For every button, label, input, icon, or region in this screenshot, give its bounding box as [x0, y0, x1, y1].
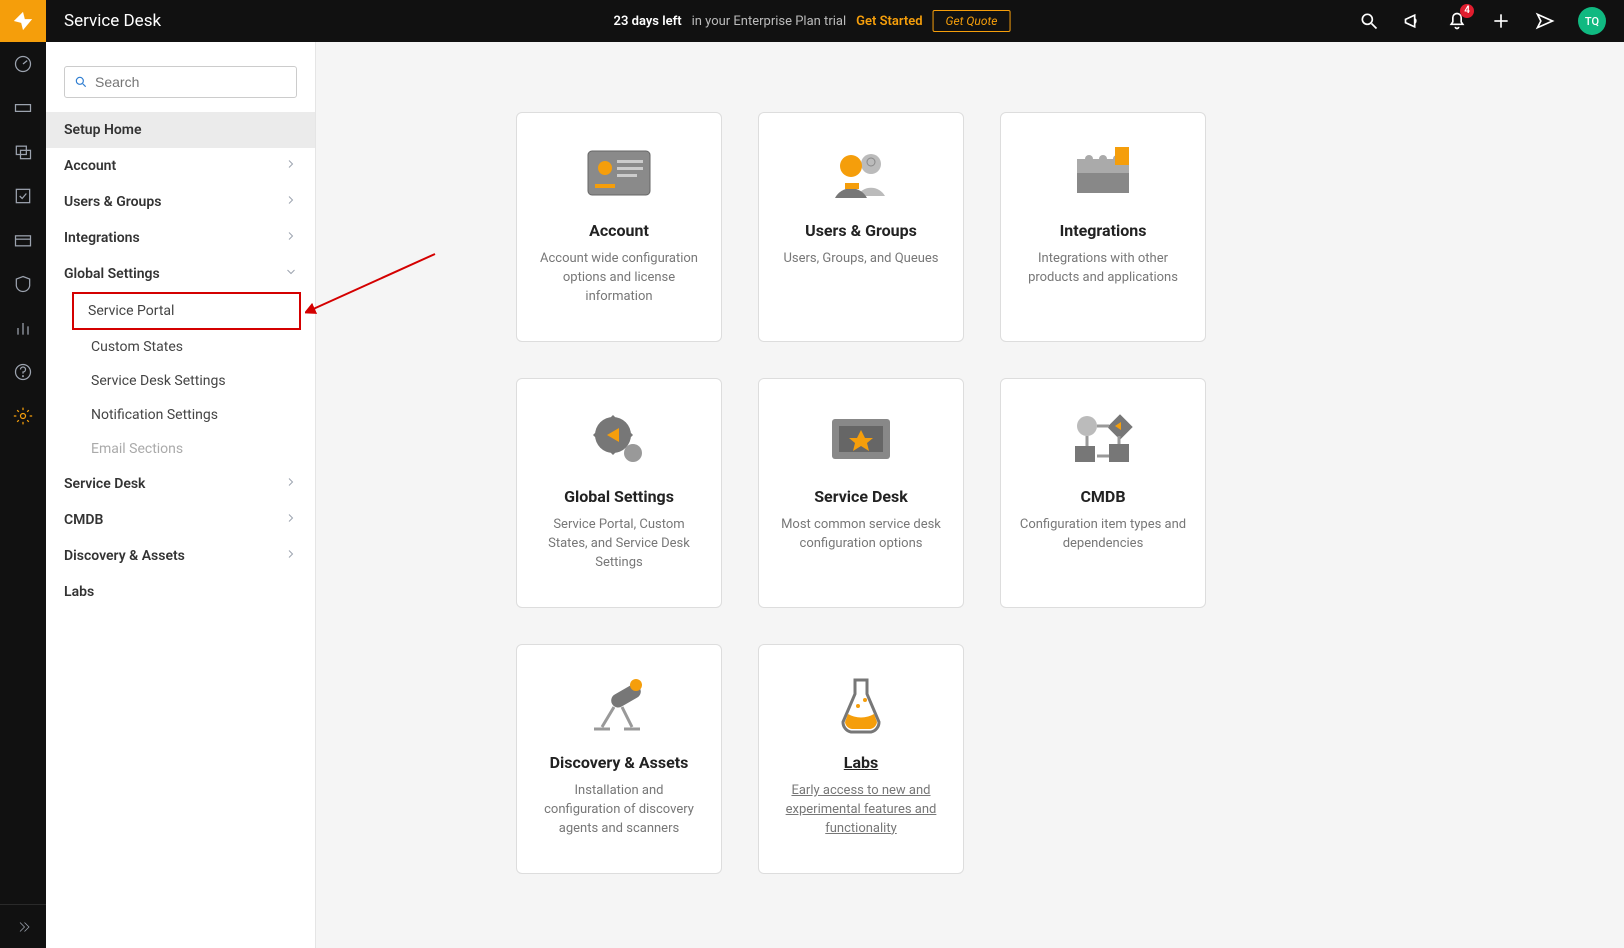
- sidebar-search-input[interactable]: [64, 66, 297, 98]
- sidebar-users-groups[interactable]: Users & Groups: [46, 184, 315, 220]
- card-icon: [589, 405, 649, 473]
- sidebar-item-label: Service Desk Settings: [91, 373, 226, 389]
- chevron-right-icon: [285, 548, 297, 564]
- card-users-groups[interactable]: Users & Groups Users, Groups, and Queues: [758, 112, 964, 342]
- sidebar-item-label: Service Portal: [88, 303, 174, 319]
- setup-sidebar: Setup Home Account Users & Groups Integr…: [46, 42, 316, 948]
- chevron-right-icon: [285, 194, 297, 210]
- rail-security[interactable]: [0, 262, 46, 306]
- sidebar-item-label: Global Settings: [64, 266, 160, 282]
- chevron-right-icon: [285, 158, 297, 174]
- card-cmdb[interactable]: CMDB Configuration item types and depend…: [1000, 378, 1206, 608]
- card-title: Service Desk: [814, 487, 908, 506]
- nav-rail: [0, 42, 46, 948]
- card-labs[interactable]: Labs Early access to new and experimenta…: [758, 644, 964, 874]
- send-icon[interactable]: [1534, 10, 1556, 32]
- card-icon: [584, 671, 654, 739]
- card-account[interactable]: Account Account wide configuration optio…: [516, 112, 722, 342]
- bell-icon[interactable]: 4: [1446, 10, 1468, 32]
- sidebar-item-label: Labs: [64, 584, 94, 600]
- announce-icon[interactable]: [1402, 10, 1424, 32]
- chevron-right-icon: [285, 512, 297, 528]
- sidebar-item-label: Users & Groups: [64, 194, 161, 210]
- card-title: Users & Groups: [805, 221, 917, 240]
- sidebar-notification-settings[interactable]: Notification Settings: [46, 398, 315, 432]
- card-icon: [1069, 405, 1137, 473]
- sidebar-service-desk[interactable]: Service Desk: [46, 466, 315, 502]
- card-desc: Account wide configuration options and l…: [535, 250, 703, 307]
- card-integrations[interactable]: Integrations Integrations with other pro…: [1000, 112, 1206, 342]
- card-icon: [825, 139, 897, 207]
- sidebar-item-label: Setup Home: [64, 122, 141, 138]
- chevron-right-icon: [285, 476, 297, 492]
- brand-logo[interactable]: [0, 0, 46, 42]
- search-icon[interactable]: [1358, 10, 1380, 32]
- sidebar-item-label: Email Sections: [91, 441, 183, 457]
- top-bar: Service Desk 23 days left in your Enterp…: [0, 0, 1624, 42]
- card-desc: Users, Groups, and Queues: [783, 250, 938, 269]
- rail-expand[interactable]: [0, 904, 46, 948]
- card-service-desk[interactable]: Service Desk Most common service desk co…: [758, 378, 964, 608]
- plus-icon[interactable]: [1490, 10, 1512, 32]
- card-title: CMDB: [1080, 487, 1125, 506]
- chevron-right-icon: [285, 230, 297, 246]
- user-avatar[interactable]: TQ: [1578, 7, 1606, 35]
- rail-help[interactable]: [0, 350, 46, 394]
- rail-dashboard[interactable]: [0, 42, 46, 86]
- sidebar-account[interactable]: Account: [46, 148, 315, 184]
- sidebar-item-label: CMDB: [64, 512, 103, 528]
- card-discovery-assets[interactable]: Discovery & Assets Installation and conf…: [516, 644, 722, 874]
- sidebar-item-label: Discovery & Assets: [64, 548, 185, 564]
- card-desc: Installation and configuration of discov…: [535, 782, 703, 839]
- sidebar-cmdb[interactable]: CMDB: [46, 502, 315, 538]
- notification-badge: 4: [1460, 4, 1474, 18]
- card-icon: [829, 405, 893, 473]
- get-started-link[interactable]: Get Started: [856, 14, 922, 29]
- sidebar-item-label: Custom States: [91, 339, 183, 355]
- sidebar-setup-home[interactable]: Setup Home: [46, 112, 315, 148]
- card-icon: [1071, 139, 1135, 207]
- card-title: Account: [589, 221, 649, 240]
- rail-tasks[interactable]: [0, 174, 46, 218]
- card-desc: Most common service desk configuration o…: [777, 516, 945, 554]
- app-title: Service Desk: [46, 11, 161, 31]
- sidebar-item-label: Account: [64, 158, 116, 174]
- card-title: Labs: [844, 753, 878, 772]
- rail-incidents[interactable]: [0, 130, 46, 174]
- sidebar-service-portal[interactable]: Service Portal: [72, 292, 301, 330]
- card-icon: [587, 139, 651, 207]
- main-content: Account Account wide configuration optio…: [316, 42, 1624, 948]
- card-desc: Configuration item types and dependencie…: [1019, 516, 1187, 554]
- rail-settings[interactable]: [0, 394, 46, 438]
- sidebar-labs[interactable]: Labs: [46, 574, 315, 610]
- card-icon: [837, 671, 885, 739]
- sidebar-item-label: Service Desk: [64, 476, 145, 492]
- sidebar-discovery-assets[interactable]: Discovery & Assets: [46, 538, 315, 574]
- trial-banner: 23 days left in your Enterprise Plan tri…: [614, 10, 1011, 32]
- card-desc: Service Portal, Custom States, and Servi…: [535, 516, 703, 573]
- card-title: Integrations: [1060, 221, 1147, 240]
- trial-days: 23 days left: [614, 14, 682, 29]
- get-quote-button[interactable]: Get Quote: [933, 10, 1011, 32]
- sidebar-integrations[interactable]: Integrations: [46, 220, 315, 256]
- rail-tickets[interactable]: [0, 86, 46, 130]
- rail-reports[interactable]: [0, 306, 46, 350]
- trial-suffix: in your Enterprise Plan trial: [692, 14, 847, 29]
- sidebar-custom-states[interactable]: Custom States: [46, 330, 315, 364]
- card-desc: Early access to new and experimental fea…: [777, 782, 945, 839]
- sidebar-email-sections: Email Sections: [46, 432, 315, 466]
- chevron-down-icon: [285, 266, 297, 282]
- search-icon: [74, 74, 88, 93]
- sidebar-item-label: Notification Settings: [91, 407, 218, 423]
- sidebar-global-settings[interactable]: Global Settings: [46, 256, 315, 292]
- card-title: Discovery & Assets: [550, 753, 689, 772]
- card-global-settings[interactable]: Global Settings Service Portal, Custom S…: [516, 378, 722, 608]
- rail-catalog[interactable]: [0, 218, 46, 262]
- card-title: Global Settings: [564, 487, 674, 506]
- sidebar-item-label: Integrations: [64, 230, 140, 246]
- card-desc: Integrations with other products and app…: [1019, 250, 1187, 288]
- sidebar-service-desk-settings[interactable]: Service Desk Settings: [46, 364, 315, 398]
